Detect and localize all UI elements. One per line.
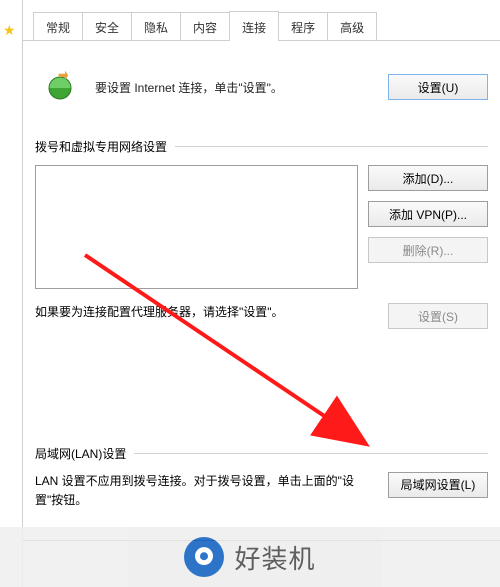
tab-privacy[interactable]: 隐私 [131, 12, 181, 41]
lan-settings-button[interactable]: 局域网设置(L) [388, 472, 488, 498]
tab-security[interactable]: 安全 [82, 12, 132, 41]
tab-general[interactable]: 常规 [33, 12, 83, 41]
tab-connections[interactable]: 连接 [229, 11, 279, 41]
lan-section-title-row: 局域网(LAN)设置 [35, 445, 488, 462]
lan-row: LAN 设置不应用到拨号连接。对于拨号设置，单击上面的"设置"按钮。 局域网设置… [35, 472, 488, 510]
dial-buttons-col: 添加(D)... 添加 VPN(P)... 删除(R)... [368, 165, 488, 289]
tab-programs[interactable]: 程序 [278, 12, 328, 41]
tab-content[interactable]: 内容 [180, 12, 230, 41]
divider [134, 453, 488, 454]
dial-connections-list[interactable] [35, 165, 358, 289]
add-vpn-button[interactable]: 添加 VPN(P)... [368, 201, 488, 227]
divider [175, 146, 488, 147]
watermark-text: 好装机 [234, 539, 315, 576]
browser-left-sliver: ★ [0, 0, 23, 587]
dial-area: 添加(D)... 添加 VPN(P)... 删除(R)... [35, 165, 488, 289]
dial-note: 如果要为连接配置代理服务器，请选择"设置"。 [35, 303, 378, 322]
lan-section-title: 局域网(LAN)设置 [35, 445, 126, 462]
screenshot-root: { "tabs": { "general": "常规", "security":… [0, 0, 500, 587]
setup-row: 要设置 Internet 连接，单击"设置"。 设置(U) [35, 70, 488, 104]
tab-strip: 常规 安全 隐私 内容 连接 程序 高级 [23, 0, 500, 41]
watermark: 好装机 [0, 527, 500, 587]
dial-note-row: 如果要为连接配置代理服务器，请选择"设置"。 设置(S) [35, 303, 488, 329]
tab-connections-content: 要设置 Internet 连接，单击"设置"。 设置(U) 拨号和虚拟专用网络设… [35, 52, 488, 530]
setup-button[interactable]: 设置(U) [388, 74, 488, 100]
setup-text: 要设置 Internet 连接，单击"设置"。 [95, 79, 388, 96]
tab-advanced[interactable]: 高级 [327, 12, 377, 41]
remove-button: 删除(R)... [368, 237, 488, 263]
dial-settings-button: 设置(S) [388, 303, 488, 329]
favorites-star-icon[interactable]: ★ [3, 22, 16, 39]
lan-section: 局域网(LAN)设置 LAN 设置不应用到拨号连接。对于拨号设置，单击上面的"设… [35, 411, 488, 510]
add-button[interactable]: 添加(D)... [368, 165, 488, 191]
dial-section-title-row: 拨号和虚拟专用网络设置 [35, 138, 488, 155]
dial-section-title: 拨号和虚拟专用网络设置 [35, 138, 167, 155]
internet-options-dialog: 常规 安全 隐私 内容 连接 程序 高级 要设置 Internet 连接，单击"… [22, 0, 500, 541]
lan-text: LAN 设置不应用到拨号连接。对于拨号设置，单击上面的"设置"按钮。 [35, 472, 378, 510]
globe-arrow-icon [45, 70, 79, 104]
watermark-logo-icon [184, 537, 224, 577]
